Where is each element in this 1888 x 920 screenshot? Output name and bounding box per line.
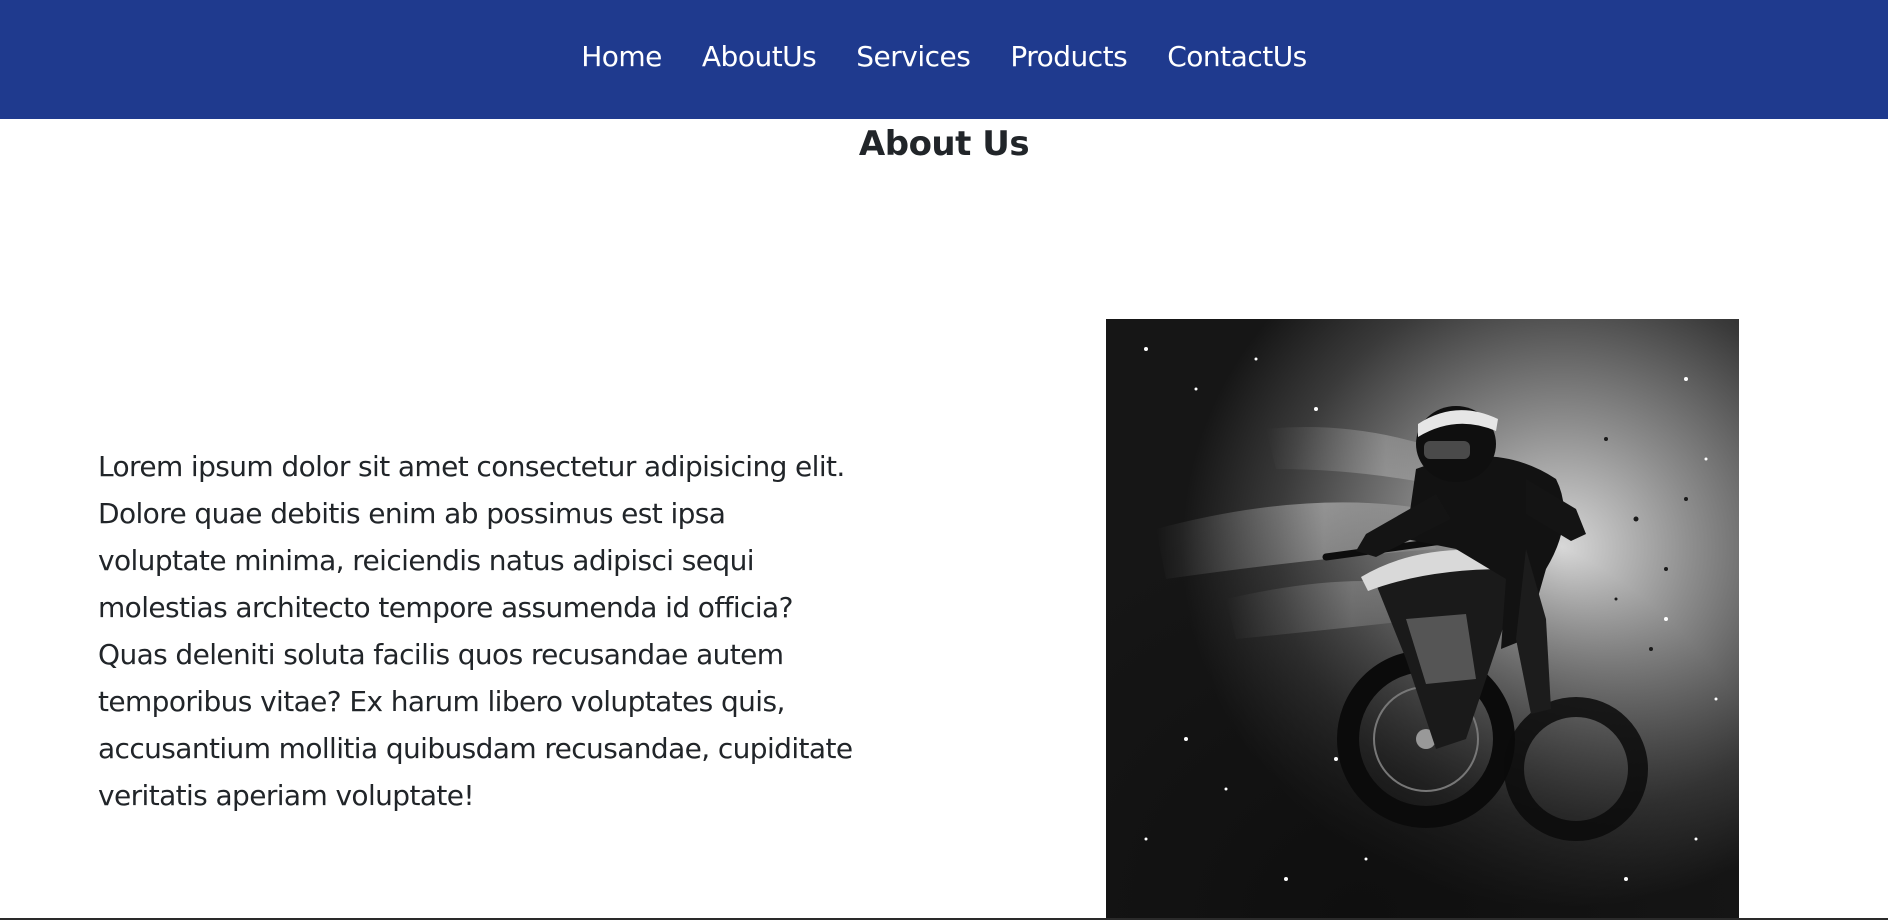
- nav-list: Home AboutUs Services Products ContactUs: [561, 40, 1327, 73]
- nav-item-aboutus: AboutUs: [682, 40, 836, 73]
- motocross-rider-image: [1106, 319, 1739, 920]
- nav-link-services[interactable]: Services: [836, 40, 990, 73]
- nav-link-contactus[interactable]: ContactUs: [1147, 40, 1327, 73]
- about-body-text: Lorem ipsum dolor sit amet consectetur a…: [98, 450, 853, 812]
- nav-item-products: Products: [990, 40, 1147, 73]
- nav-link-home[interactable]: Home: [561, 40, 682, 73]
- nav-link-products[interactable]: Products: [990, 40, 1147, 73]
- nav-item-contactus: ContactUs: [1147, 40, 1327, 73]
- nav-link-aboutus[interactable]: AboutUs: [682, 40, 836, 73]
- about-title: About Us: [858, 124, 1030, 164]
- top-navbar: Home AboutUs Services Products ContactUs: [0, 0, 1888, 119]
- nav-item-home: Home: [561, 40, 682, 73]
- nav-item-services: Services: [836, 40, 990, 73]
